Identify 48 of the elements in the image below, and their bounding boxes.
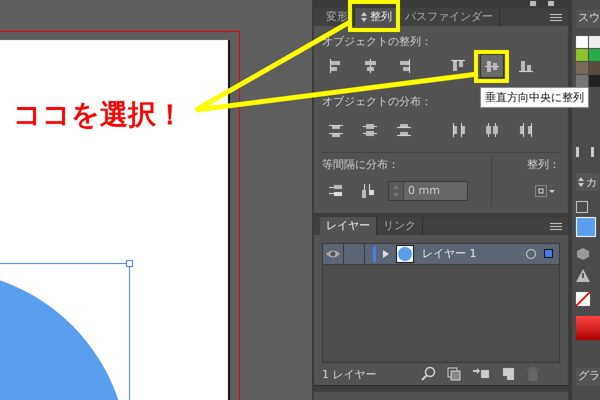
section-label: 等間隔に分布：: [322, 156, 399, 173]
layer-row[interactable]: レイヤー 1: [323, 244, 559, 265]
distribute-icon: [362, 122, 378, 138]
panel-tab[interactable]: グラ: [576, 368, 600, 386]
expand-triangle-icon[interactable]: [382, 248, 390, 259]
vertical-spacing-icon: [328, 182, 344, 199]
clipping-mask-icon[interactable]: [446, 366, 462, 382]
target-icon[interactable]: [526, 248, 536, 259]
warning-icon: [576, 269, 590, 282]
search-icon[interactable]: [420, 366, 436, 382]
layer-count: 1 レイヤー: [322, 366, 378, 382]
callout-text: ココを選択！: [13, 97, 184, 133]
layer-thumbnail: [396, 244, 414, 263]
spacing-field[interactable]: 0 mm: [388, 180, 468, 201]
distribute-icon: [450, 122, 466, 138]
tooltip: 垂直方向中央に整列: [480, 87, 589, 108]
panel-tab[interactable]: パスファインダー: [399, 8, 500, 26]
new-layer-icon[interactable]: [500, 366, 516, 382]
panel-tab[interactable]: レイヤー: [320, 216, 377, 235]
eye-icon[interactable]: [325, 248, 341, 259]
layer-color-bar: [373, 246, 376, 262]
distribute-icon: [484, 122, 500, 138]
panel-tab[interactable]: リンク: [377, 216, 423, 235]
section-label: オブジェクトの分布：: [322, 94, 432, 110]
layer-name: レイヤー 1: [422, 246, 478, 262]
color-spectrum[interactable]: [576, 316, 600, 340]
swatch-grid[interactable]: [576, 36, 600, 87]
align-button[interactable]: [480, 54, 504, 78]
section-label: 整列：: [527, 156, 560, 173]
menu-icon[interactable]: [550, 14, 562, 21]
menu-icon[interactable]: [550, 222, 562, 230]
panel-tab[interactable]: カ: [576, 173, 599, 191]
align-icon: [362, 58, 378, 74]
expand-icon: [578, 177, 584, 187]
align-icon: [450, 58, 466, 74]
distribute-icon: [396, 122, 412, 138]
selection-handle[interactable]: [126, 260, 133, 267]
resize-grip[interactable]: [314, 385, 568, 392]
section-label: オブジェクトの整列：: [322, 34, 432, 50]
none-swatch-icon[interactable]: [576, 292, 590, 306]
cube-icon: [576, 247, 590, 261]
horizontal-spacing-icon: [360, 182, 376, 199]
align-to-icon: [534, 184, 556, 198]
stepper-icon[interactable]: [389, 182, 404, 200]
expand-icon: [361, 12, 367, 22]
selection-square-icon[interactable]: [544, 249, 553, 258]
distribute-icon: [518, 122, 534, 138]
panel-tab[interactable]: スウ: [576, 10, 600, 28]
